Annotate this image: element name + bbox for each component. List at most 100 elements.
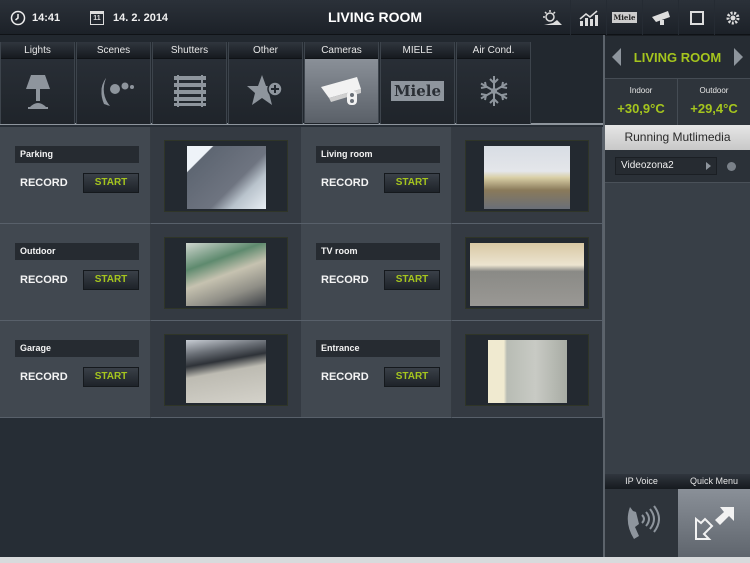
room-selector: LIVING ROOM: [605, 35, 750, 78]
tab-label: Shutters: [153, 42, 226, 59]
camera-icon: [651, 10, 670, 25]
camera-preview[interactable]: [164, 140, 288, 212]
camera-thumbnail-tv-room: [470, 243, 584, 306]
tab-label: Lights: [1, 42, 74, 59]
miele-icon: Miele: [611, 12, 638, 23]
camera-button[interactable]: [642, 0, 678, 35]
indoor-label: Indoor: [629, 86, 653, 95]
date: 11 14. 2. 2014: [90, 0, 168, 35]
record-start-button[interactable]: START: [384, 367, 440, 387]
outdoor-value: +29,4°C: [690, 101, 738, 116]
camera-preview[interactable]: [465, 237, 589, 309]
miele-button[interactable]: Miele: [606, 0, 642, 35]
camera-cell-outdoor: Outdoor RECORD START: [0, 224, 302, 321]
record-label: RECORD: [321, 371, 369, 383]
previous-room-icon[interactable]: [612, 48, 621, 66]
camera-preview[interactable]: [465, 140, 589, 212]
tab-label: Other: [229, 42, 302, 59]
record-label: RECORD: [20, 177, 68, 189]
camera-preview[interactable]: [465, 334, 589, 406]
tab-label: IP Voice: [605, 474, 678, 489]
tab-miele[interactable]: MIELE Miele: [380, 42, 455, 124]
clock-icon: [10, 10, 26, 25]
tab-cameras[interactable]: Cameras: [304, 42, 379, 124]
status-indicator-icon: [727, 162, 736, 171]
miele-logo-icon: Miele: [390, 81, 445, 101]
phone-icon: [627, 505, 660, 539]
tab-label: Scenes: [77, 42, 150, 59]
scenes-icon: [100, 78, 134, 106]
tab-label: Air Cond.: [457, 42, 530, 59]
tab-other[interactable]: Other: [228, 42, 303, 124]
tab-air-cond[interactable]: Air Cond.: [456, 42, 531, 124]
camera-cell-living-room: Living room RECORD START: [301, 127, 603, 224]
clock: 14:41: [10, 0, 60, 35]
camera-name: Outdoor: [15, 243, 139, 260]
indoor-value: +30,9°C: [617, 101, 665, 116]
next-room-icon[interactable]: [733, 48, 743, 66]
top-toolbar: Miele: [534, 0, 750, 35]
sidebar: LIVING ROOM Indoor +30,9°C Outdoor +29,4…: [603, 35, 750, 557]
tab-quick-menu[interactable]: Quick Menu: [678, 474, 750, 557]
indoor-temperature: Indoor +30,9°C: [605, 79, 677, 125]
camera-thumbnail-garage: [186, 340, 266, 403]
tab-label: MIELE: [381, 42, 454, 59]
window-button[interactable]: [678, 0, 714, 35]
tab-ip-voice[interactable]: IP Voice: [605, 474, 678, 557]
lamp-icon: [25, 75, 50, 109]
star-plus-icon: [246, 75, 283, 105]
record-start-button[interactable]: START: [83, 367, 139, 387]
camera-cell-parking: Parking RECORD START: [0, 127, 302, 224]
record-label: RECORD: [321, 177, 369, 189]
record-label: RECORD: [20, 371, 68, 383]
camera-thumbnail-living-room: [484, 146, 570, 209]
record-label: RECORD: [321, 274, 369, 286]
tab-lights[interactable]: Lights: [0, 42, 75, 124]
record-start-button[interactable]: START: [384, 270, 440, 290]
statistics-button[interactable]: [570, 0, 606, 35]
settings-button[interactable]: [714, 0, 750, 35]
camera-preview[interactable]: [164, 334, 288, 406]
record-start-button[interactable]: START: [384, 173, 440, 193]
camera-thumbnail-parking: [187, 146, 266, 209]
multimedia-header: Running Mutlimedia: [605, 125, 750, 150]
record-label: RECORD: [20, 274, 68, 286]
quick-menu-icon: [695, 507, 734, 540]
snowflake-icon: [480, 76, 507, 106]
outdoor-temperature: Outdoor +29,4°C: [677, 79, 750, 125]
sidebar-bottom-tabs: IP Voice Quick Menu: [605, 474, 750, 557]
category-tabs: Lights Scenes Shutters Other Cameras MIE…: [0, 35, 603, 125]
bottom-strip: [0, 557, 750, 563]
record-start-button[interactable]: START: [83, 270, 139, 290]
settings-icon: [726, 11, 739, 24]
outdoor-label: Outdoor: [699, 86, 729, 95]
tab-label: Cameras: [305, 42, 378, 59]
temperature-panel: Indoor +30,9°C Outdoor +29,4°C: [605, 78, 750, 125]
camera-name: Garage: [15, 340, 139, 357]
camera-name: Parking: [15, 146, 139, 163]
weather-button[interactable]: [534, 0, 570, 35]
camera-name: Entrance: [316, 340, 440, 357]
camera-cell-tv-room: TV room RECORD START: [301, 224, 603, 321]
window-icon: [689, 10, 704, 25]
camera-name: Living room: [316, 146, 440, 163]
play-arrow-icon: [706, 162, 711, 170]
multimedia-zone-name: Videozona2: [621, 160, 674, 171]
statistics-icon: [579, 9, 598, 26]
multimedia-row: Videozona2: [605, 150, 750, 183]
tab-shutters[interactable]: Shutters: [152, 42, 227, 124]
multimedia-zone-selector[interactable]: Videozona2: [615, 157, 717, 175]
calendar-icon: 11: [90, 10, 104, 25]
camera-cell-garage: Garage RECORD START: [0, 321, 302, 418]
camera-cell-entrance: Entrance RECORD START: [301, 321, 603, 418]
top-bar: 14:41 11 14. 2. 2014 LIVING ROOM Miele: [0, 0, 750, 35]
camera-grid: Parking RECORD START Living room RECORD …: [0, 127, 603, 419]
camera-name: TV room: [316, 243, 440, 260]
camera-icon: [320, 77, 361, 105]
record-start-button[interactable]: START: [83, 173, 139, 193]
room-name: LIVING ROOM: [633, 49, 722, 65]
date-text: 14. 2. 2014: [113, 11, 169, 24]
tab-scenes[interactable]: Scenes: [76, 42, 151, 124]
camera-preview[interactable]: [164, 237, 288, 309]
camera-thumbnail-outdoor: [186, 243, 266, 306]
